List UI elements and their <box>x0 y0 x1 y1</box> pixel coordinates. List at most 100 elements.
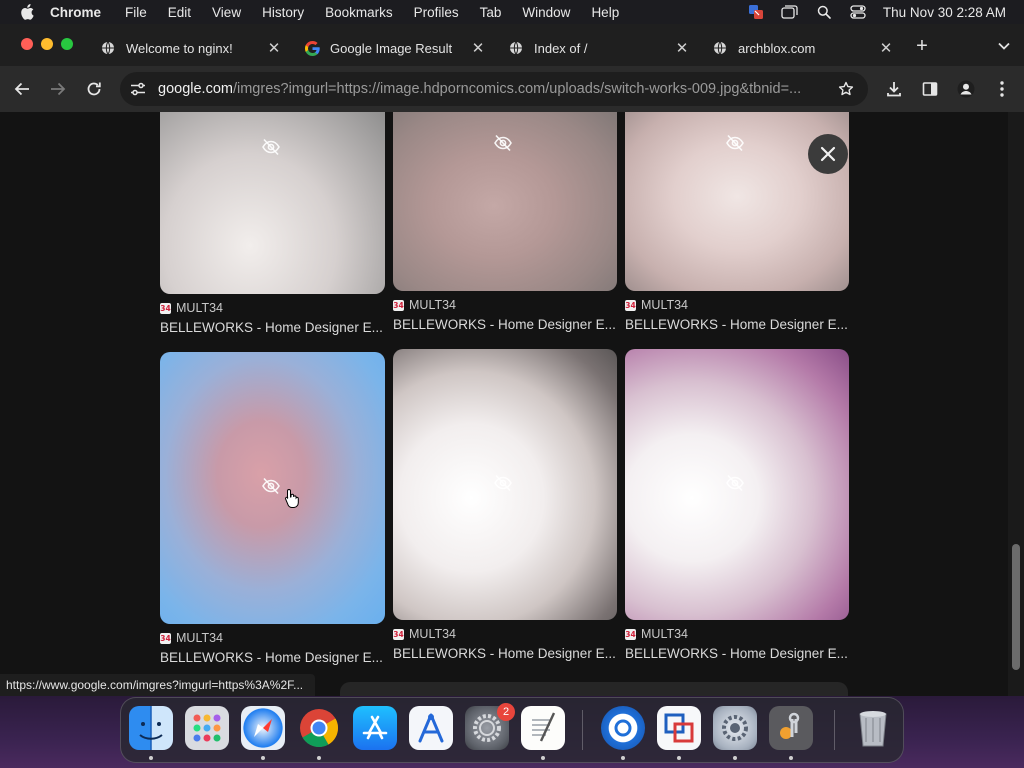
apple-logo-icon[interactable] <box>18 3 36 21</box>
results-footer-bar <box>340 682 848 696</box>
window-close-button[interactable] <box>21 38 33 50</box>
tab-label: Index of / <box>534 40 588 56</box>
back-button[interactable] <box>10 77 34 101</box>
dock: 2 <box>120 697 904 763</box>
keychain-access-icon[interactable] <box>769 706 813 750</box>
menu-bookmarks[interactable]: Bookmarks <box>325 5 393 20</box>
eye-off-icon <box>492 132 514 154</box>
address-bar[interactable]: google.com/imgres?imgurl=https://image.h… <box>120 72 868 106</box>
reload-button[interactable] <box>82 77 106 101</box>
menu-file[interactable]: File <box>125 5 147 20</box>
source-name: MULT34 <box>176 631 224 645</box>
vmware-icon[interactable] <box>657 706 701 750</box>
control-center-icon[interactable] <box>849 4 867 20</box>
menu-tab[interactable]: Tab <box>480 5 502 20</box>
system-preferences-icon[interactable] <box>713 706 757 750</box>
eye-off-icon <box>260 136 282 158</box>
eye-off-icon <box>492 472 514 494</box>
tab-archblox[interactable]: archblox.com ✕ <box>712 32 900 64</box>
screen: Chrome File Edit View History Bookmarks … <box>0 0 1024 768</box>
app-store-icon[interactable] <box>353 706 397 750</box>
launchpad-icon[interactable] <box>185 706 229 750</box>
menu-history[interactable]: History <box>262 5 304 20</box>
image-thumbnail[interactable] <box>625 349 849 620</box>
sourcetree-icon[interactable] <box>601 706 645 750</box>
result-title[interactable]: BELLEWORKS - Home Designer E... <box>160 320 384 335</box>
result-title[interactable]: BELLEWORKS - Home Designer E... <box>393 317 617 332</box>
dock-separator <box>582 710 583 750</box>
tab-close-icon[interactable]: ✕ <box>266 40 282 57</box>
menu-edit[interactable]: Edit <box>168 5 191 20</box>
dock-running-indicator <box>541 756 545 760</box>
menu-window[interactable]: Window <box>522 5 570 20</box>
eye-off-icon <box>260 475 282 497</box>
tab-label: Welcome to nginx! <box>126 40 233 56</box>
menu-bar: Chrome File Edit View History Bookmarks … <box>0 0 1024 24</box>
image-thumbnail[interactable] <box>393 112 617 291</box>
result-title[interactable]: BELLEWORKS - Home Designer E... <box>625 646 849 661</box>
tab-close-icon[interactable]: ✕ <box>470 40 486 57</box>
menu-bar-status-area: Thu Nov 30 2:28 AM <box>731 0 1006 24</box>
dock-running-indicator <box>621 756 625 760</box>
bookmark-star-icon[interactable] <box>836 79 856 99</box>
downloads-icon[interactable] <box>883 78 905 100</box>
eye-off-icon <box>724 132 746 154</box>
safari-icon[interactable] <box>241 706 285 750</box>
new-tab-button[interactable]: + <box>912 35 932 57</box>
scrollbar-thumb[interactable] <box>1012 544 1020 670</box>
menu-app-name[interactable]: Chrome <box>50 5 101 20</box>
result-title[interactable]: BELLEWORKS - Home Designer E... <box>393 646 617 661</box>
spotlight-search-icon[interactable] <box>815 4 833 20</box>
tab-google-image-result[interactable]: Google Image Result ✕ <box>304 32 492 64</box>
result-title[interactable]: BELLEWORKS - Home Designer E... <box>625 317 849 332</box>
source-name: MULT34 <box>409 627 457 641</box>
source-favicon: 34 <box>625 299 636 311</box>
side-panel-icon[interactable] <box>919 78 941 100</box>
tab-search-chevron-icon[interactable] <box>994 36 1014 56</box>
url-text: google.com/imgres?imgurl=https://image.h… <box>158 81 830 97</box>
window-icon[interactable] <box>781 4 799 20</box>
xcode-instruments-icon[interactable] <box>409 706 453 750</box>
result-source[interactable]: 34 MULT34 <box>160 301 223 315</box>
globe-icon <box>508 40 524 56</box>
site-info-tune-icon[interactable] <box>128 79 148 99</box>
tab-close-icon[interactable]: ✕ <box>674 40 690 57</box>
window-zoom-button[interactable] <box>61 38 73 50</box>
source-favicon: 34 <box>625 628 636 640</box>
textedit-icon[interactable] <box>521 706 565 750</box>
result-source[interactable]: 34 MULT34 <box>160 631 223 645</box>
dock-running-indicator <box>733 756 737 760</box>
source-favicon: 34 <box>393 628 404 640</box>
source-name: MULT34 <box>641 298 689 312</box>
menu-profiles[interactable]: Profiles <box>414 5 459 20</box>
tab-close-icon[interactable]: ✕ <box>878 40 894 57</box>
result-title[interactable]: BELLEWORKS - Home Designer E... <box>160 650 384 665</box>
image-thumbnail[interactable] <box>393 349 617 620</box>
close-preview-button[interactable] <box>808 134 848 174</box>
tab-index-of[interactable]: Index of / ✕ <box>508 32 696 64</box>
chrome-icon[interactable] <box>297 706 341 750</box>
menu-bar-clock[interactable]: Thu Nov 30 2:28 AM <box>883 5 1006 20</box>
menu-help[interactable]: Help <box>591 5 619 20</box>
menu-view[interactable]: View <box>212 5 241 20</box>
more-menu-icon[interactable] <box>991 78 1013 100</box>
link-status-bubble: https://www.google.com/imgres?imgurl=htt… <box>0 674 316 696</box>
tab-welcome-to-nginx[interactable]: Welcome to nginx! ✕ <box>100 32 288 64</box>
result-source[interactable]: 34 MULT34 <box>625 627 688 641</box>
image-thumbnail[interactable] <box>160 352 385 624</box>
browser-toolbar: google.com/imgres?imgurl=https://image.h… <box>0 66 1024 112</box>
screen-share-icon[interactable] <box>747 4 765 20</box>
finder-icon[interactable] <box>129 706 173 750</box>
hand-pointer-cursor-icon <box>285 488 299 508</box>
result-source[interactable]: 34 MULT34 <box>393 298 456 312</box>
forward-button[interactable] <box>46 77 70 101</box>
profile-avatar-icon[interactable] <box>955 78 977 100</box>
result-source[interactable]: 34 MULT34 <box>625 298 688 312</box>
trash-icon[interactable] <box>851 706 895 750</box>
window-minimize-button[interactable] <box>41 38 53 50</box>
image-thumbnail[interactable] <box>160 112 385 294</box>
source-favicon: 34 <box>393 299 404 311</box>
result-source[interactable]: 34 MULT34 <box>393 627 456 641</box>
dock-running-indicator <box>677 756 681 760</box>
tab-label: Google Image Result <box>330 40 453 56</box>
